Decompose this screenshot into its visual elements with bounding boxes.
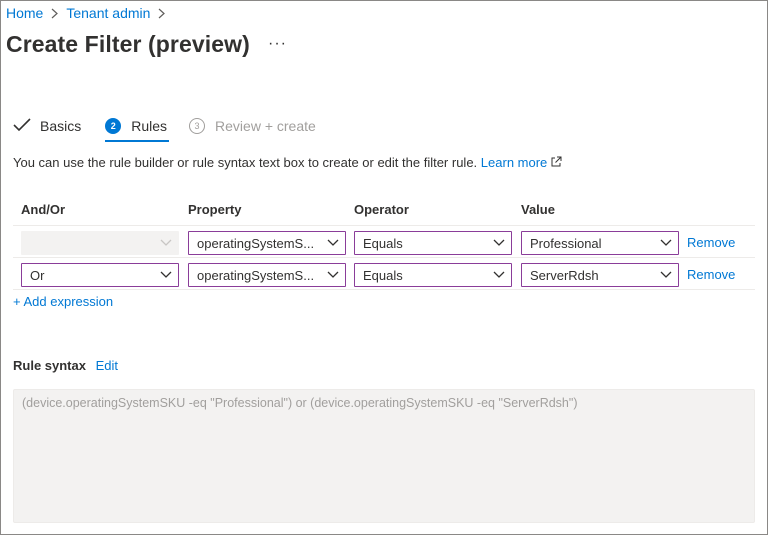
value-dropdown[interactable]: Professional <box>521 231 679 255</box>
chevron-down-icon <box>487 271 511 279</box>
breadcrumb-tenant-admin[interactable]: Tenant admin <box>66 5 150 21</box>
intro-description: You can use the rule builder or rule syn… <box>13 155 478 170</box>
rule-syntax-header: Rule syntax Edit <box>13 358 118 373</box>
header-and-or: And/Or <box>21 202 66 217</box>
header-property: Property <box>188 202 242 217</box>
step-3-icon: 3 <box>189 118 206 134</box>
chevron-right-icon <box>158 8 166 19</box>
breadcrumb: Home Tenant admin <box>6 5 173 21</box>
header-value: Value <box>521 202 555 217</box>
chevron-down-icon <box>154 271 178 279</box>
property-dropdown[interactable]: operatingSystemS... <box>188 231 346 255</box>
external-link-icon <box>550 156 562 171</box>
checkmark-icon <box>13 117 31 135</box>
table-row: operatingSystemS... Equals Professional … <box>13 226 755 258</box>
chevron-down-icon <box>654 271 678 279</box>
chevron-right-icon <box>51 8 59 19</box>
tab-basics[interactable]: Basics <box>13 114 81 138</box>
header-operator: Operator <box>354 202 409 217</box>
property-dropdown[interactable]: operatingSystemS... <box>188 263 346 287</box>
operator-dropdown[interactable]: Equals <box>354 263 512 287</box>
page-title: Create Filter (preview) <box>6 31 250 57</box>
chevron-down-icon <box>321 239 345 247</box>
tab-review-create[interactable]: 3 Review + create <box>189 114 316 138</box>
chevron-down-icon <box>321 271 345 279</box>
tab-basics-label: Basics <box>40 118 82 134</box>
remove-row-link[interactable]: Remove <box>687 267 735 282</box>
chevron-down-icon <box>154 239 178 247</box>
table-header: And/Or Property Operator Value <box>13 195 755 226</box>
tab-rules-label: Rules <box>131 118 168 134</box>
rule-syntax-label: Rule syntax <box>13 358 86 373</box>
step-2-icon: 2 <box>105 118 122 134</box>
chevron-down-icon <box>654 239 678 247</box>
wizard-tabs: Basics 2 Rules 3 Review + create <box>13 114 316 142</box>
table-row: Or operatingSystemS... Equals ServerRdsh… <box>13 258 755 290</box>
intro-text: You can use the rule builder or rule syn… <box>13 155 562 171</box>
remove-row-link[interactable]: Remove <box>687 235 735 250</box>
rules-table: And/Or Property Operator Value operating… <box>13 195 755 290</box>
rule-syntax-textbox: (device.operatingSystemSKU -eq "Professi… <box>13 389 755 523</box>
add-expression-link[interactable]: + Add expression <box>13 294 113 309</box>
and-or-dropdown[interactable]: Or <box>21 263 179 287</box>
chevron-down-icon <box>487 239 511 247</box>
tab-rules[interactable]: 2 Rules <box>105 114 169 142</box>
learn-more-link[interactable]: Learn more <box>481 155 547 170</box>
more-options-button[interactable]: ··· <box>268 35 287 53</box>
value-dropdown[interactable]: ServerRdsh <box>521 263 679 287</box>
operator-dropdown[interactable]: Equals <box>354 231 512 255</box>
rule-syntax-edit-link[interactable]: Edit <box>96 358 118 373</box>
tab-review-label: Review + create <box>215 118 316 134</box>
and-or-dropdown <box>21 231 179 255</box>
breadcrumb-home[interactable]: Home <box>6 5 43 21</box>
